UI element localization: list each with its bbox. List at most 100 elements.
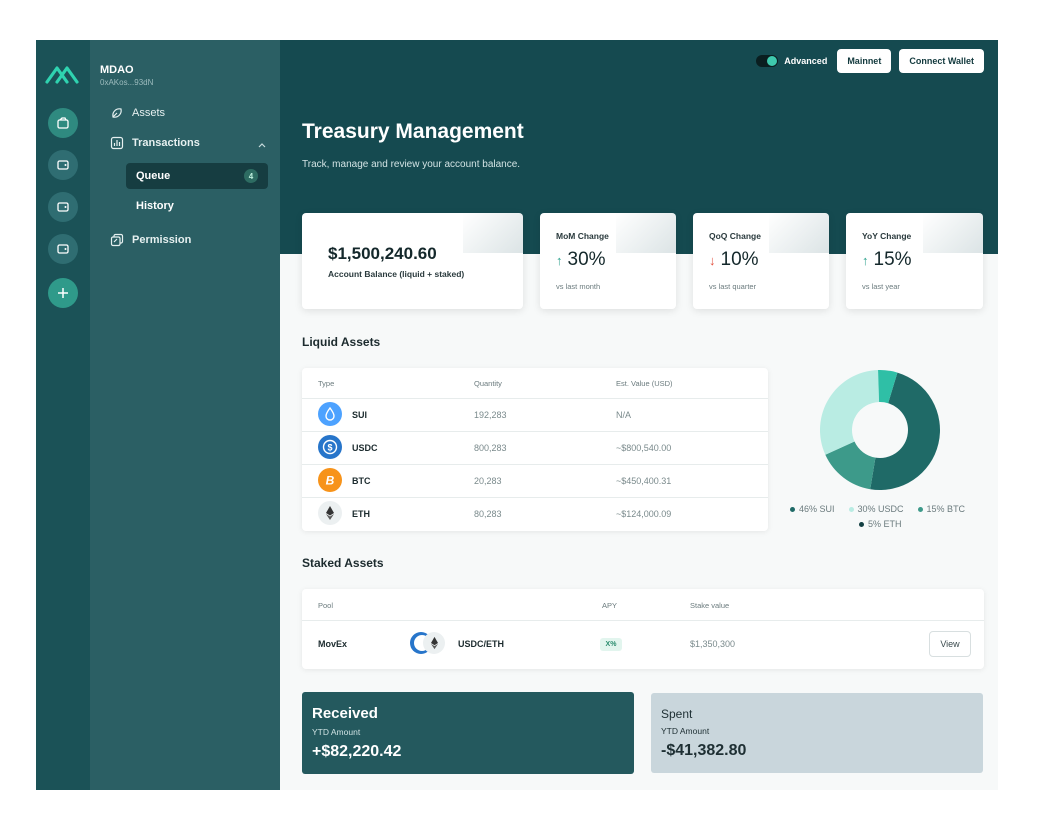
chart-legend: 46% SUI 30% USDC 15% BTC [790,504,965,514]
column-header: Quantity [474,379,502,388]
asset-name: USDC [352,443,378,453]
dollar-icon: $ [318,435,342,459]
stake-value: $1,350,300 [690,639,736,649]
rail-wallet-button[interactable] [48,192,78,222]
legend-label: 5% ETH [868,519,902,529]
received-amount: +$82,220.42 [312,743,402,760]
row-divider [302,398,768,399]
plus-icon [58,288,68,298]
stat-footnote: vs last quarter [709,282,757,291]
column-header: APY [602,601,618,610]
connect-wallet-button[interactable]: Connect Wallet [899,49,984,73]
balance-value: $1,500,240.60 [328,244,437,263]
svg-text:B: B [326,474,335,488]
column-header: Est. Value (USD) [616,379,673,388]
rail-wallet-button[interactable] [48,108,78,138]
stat-title: MoM Change [556,231,609,241]
sidebar-item-transactions[interactable]: Transactions [110,136,200,150]
add-account-button[interactable] [48,278,78,308]
stat-title: YoY Change [862,231,912,241]
stat-value: ↓ 10% [709,249,759,271]
stat-card-yoy: YoY Change ↑ 15% vs last year [846,213,983,309]
sidebar: MDAO 0xAKos...93dN Assets Transactions Q… [90,40,280,790]
sidebar-item-label: Transactions [132,137,200,149]
wallet-icon [57,117,69,129]
wallet-icon [57,202,69,212]
sidebar-item-assets[interactable]: Assets [110,106,165,120]
spent-amount: -$41,382.80 [661,742,747,759]
water-drop-icon [318,402,342,426]
queue-count-badge: 4 [244,169,258,183]
allocation-donut-chart [820,370,941,491]
sidebar-item-label: History [136,200,174,212]
staked-assets-title: Staked Assets [302,556,384,570]
main-content: Advanced Mainnet Connect Wallet Treasury… [280,40,998,790]
toggle-switch[interactable] [756,55,779,67]
liquid-assets-title: Liquid Assets [302,335,381,349]
permission-icon [110,233,124,247]
rail-wallet-button[interactable] [48,234,78,264]
arrow-down-icon: ↓ [709,252,716,268]
apy-badge: X% [600,638,622,651]
asset-name: BTC [352,476,371,486]
org-name: MDAO [100,64,134,76]
arrow-up-icon: ↑ [556,252,563,268]
sidebar-item-label: Queue [136,170,171,182]
asset-value: N/A [616,410,632,420]
page-title: Treasury Management [302,120,524,143]
card-sheen [616,213,676,253]
transactions-icon [110,136,124,150]
org-address: 0xAKos...93dN [100,78,154,87]
card-sheen [463,213,523,253]
pool-pair: USDC/ETH [458,639,505,649]
icon-rail [36,40,90,790]
sidebar-item-queue[interactable]: Queue 4 [126,163,268,189]
stat-percent: 15% [873,249,912,270]
legend-label: 46% SUI [799,504,835,514]
view-button[interactable]: View [929,631,971,657]
stat-card-mom: MoM Change ↑ 30% vs last month [540,213,676,309]
asset-quantity: 800,283 [474,443,507,453]
row-divider [302,464,768,465]
asset-value: ~$800,540.00 [616,443,672,453]
spent-title: Spent [661,707,693,721]
rail-wallet-button[interactable] [48,150,78,180]
stat-footnote: vs last year [862,282,900,291]
column-header: Stake value [690,601,730,610]
advanced-toggle[interactable]: Advanced [756,55,827,67]
asset-quantity: 192,283 [474,410,507,420]
received-label: YTD Amount [312,727,361,737]
page-subtitle: Track, manage and review your account ba… [302,159,521,170]
ethereum-icon [423,632,445,654]
stat-value: ↑ 15% [862,249,912,271]
sidebar-item-permission[interactable]: Permission [110,233,191,247]
stat-title: QoQ Change [709,231,761,241]
stat-footnote: vs last month [556,282,601,291]
balance-card: $1,500,240.60 Account Balance (liquid + … [302,213,523,309]
column-header: Pool [318,601,334,610]
card-sheen [923,213,983,253]
chart-legend: 5% ETH [859,519,902,529]
network-button[interactable]: Mainnet [837,49,892,73]
asset-value: ~$450,400.31 [616,476,672,486]
svg-text:$: $ [327,443,332,453]
pool-name: MovEx [318,639,348,649]
arrow-up-icon: ↑ [862,252,869,268]
legend-dot [790,506,795,512]
asset-quantity: 80,283 [474,509,502,519]
stat-percent: 30% [567,249,606,270]
stat-value: ↑ 30% [556,249,606,271]
legend-dot [848,506,854,512]
legend-dot [859,521,864,527]
card-sheen [769,213,829,253]
sidebar-item-history[interactable]: History [126,193,268,219]
received-card: Received YTD Amount +$82,220.42 [302,692,634,774]
chevron-up-icon[interactable] [258,142,266,148]
asset-name: ETH [352,509,370,519]
row-divider [302,620,984,621]
wallet-icon [57,160,69,170]
logo-icon [45,64,81,89]
column-header: Type [318,379,335,388]
spent-label: YTD Amount [661,726,710,736]
received-title: Received [312,705,378,722]
